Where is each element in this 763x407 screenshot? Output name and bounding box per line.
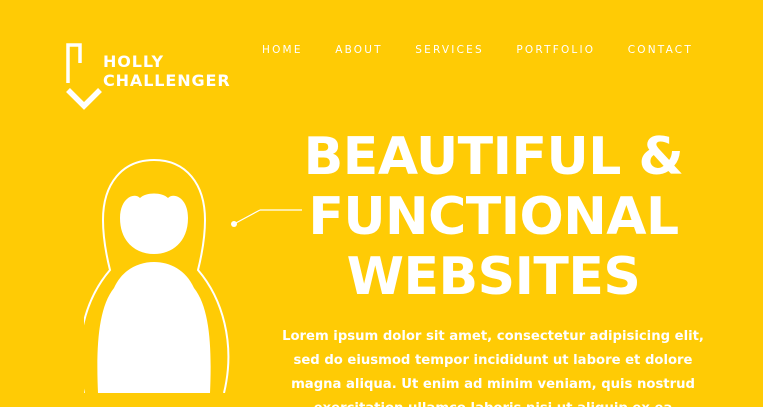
doll-face (120, 193, 188, 254)
hero-headline: BEAUTIFUL & FUNCTIONAL WEBSITES (286, 127, 701, 307)
doll-body (97, 262, 211, 393)
doll-pointer-line (233, 209, 261, 225)
main-nav: HOME ABOUT SERVICES PORTFOLIO CONTACT (262, 44, 693, 56)
angle-bracket-logo-icon (66, 43, 102, 110)
nav-item-services[interactable]: SERVICES (415, 44, 484, 56)
hero-body-text: Lorem ipsum dolor sit amet, consectetur … (282, 329, 704, 407)
nav-item-home[interactable]: HOME (262, 44, 303, 56)
doll-pointer-dot (231, 221, 237, 227)
headline-line3: WEBSITES (346, 247, 641, 307)
nav-item-about[interactable]: ABOUT (335, 44, 383, 56)
brand-logo[interactable]: HOLLY CHALLENGER (66, 43, 246, 115)
brand-name-line1: HOLLY (103, 52, 164, 71)
nesting-doll-icon (84, 158, 302, 393)
brand-name-line2: CHALLENGER (103, 71, 231, 90)
brand-name: HOLLY CHALLENGER (103, 52, 231, 90)
nav-item-contact[interactable]: CONTACT (628, 44, 693, 56)
nav-item-portfolio[interactable]: PORTFOLIO (516, 44, 595, 56)
headline-line1: BEAUTIFUL & (303, 127, 684, 187)
headline-line2: FUNCTIONAL (308, 187, 679, 247)
